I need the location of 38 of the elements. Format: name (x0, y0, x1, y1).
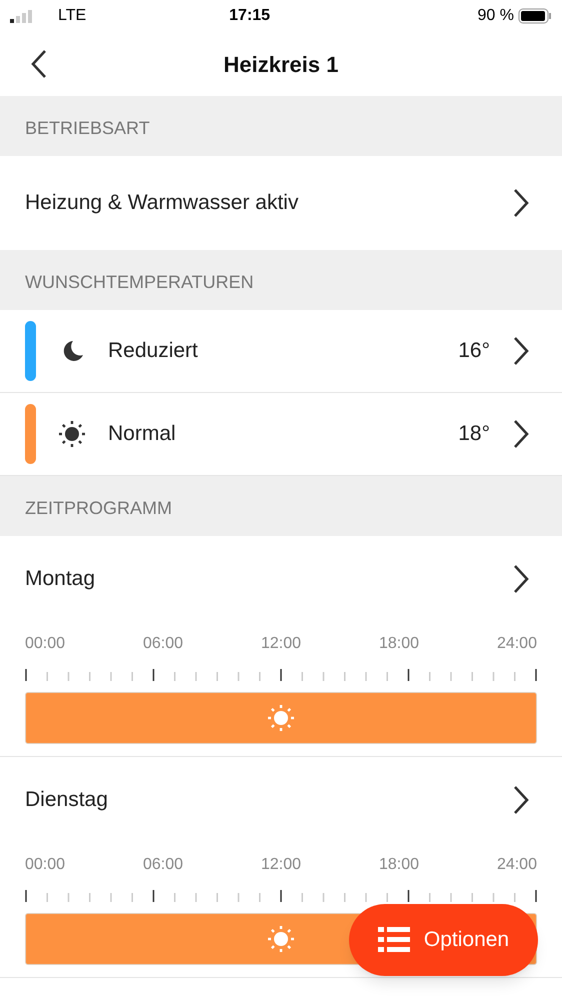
chevron-right-icon (512, 419, 530, 449)
clock: 17:15 (229, 6, 270, 26)
floating-options-menu[interactable]: Optionen (349, 904, 538, 976)
network-label: LTE (58, 6, 86, 26)
page-title: Heizkreis 1 (224, 50, 338, 78)
day-row[interactable]: Dienstag (0, 757, 562, 843)
chevron-right-icon (512, 785, 530, 815)
list-icon (378, 927, 410, 953)
time-label: 12:00 (260, 634, 302, 654)
sun-icon (57, 419, 87, 449)
time-label: 24:00 (496, 855, 537, 875)
time-label: 00:00 (25, 634, 66, 654)
mode-row[interactable]: Heizung & Warmwasser aktiv (0, 156, 562, 250)
temperature-label: Reduziert (108, 338, 199, 364)
back-icon (30, 49, 48, 79)
sun-icon (266, 703, 296, 733)
time-label: 24:00 (496, 634, 537, 654)
section-header: ZEITPROGRAMM (25, 497, 172, 520)
time-label: 06:00 (142, 855, 184, 875)
back-button[interactable] (30, 49, 48, 79)
time-label: 18:00 (378, 634, 419, 654)
temperature-value: 18° (458, 421, 490, 448)
temperature-label: Normal (108, 421, 177, 448)
chevron-right-icon (512, 188, 530, 218)
day-row[interactable]: Montag (0, 536, 562, 622)
section-header: WUNSCHTEMPERATUREN (25, 271, 254, 294)
temperature-row[interactable]: Reduziert 16° (0, 310, 562, 393)
time-label: 00:00 (25, 855, 66, 875)
chevron-right-icon (512, 336, 530, 366)
battery-label: 90 % (478, 6, 514, 26)
temperature-value: 16° (458, 338, 490, 364)
battery-icon (518, 8, 552, 24)
sun-icon (266, 924, 296, 954)
time-label: 06:00 (142, 634, 184, 654)
section-header: BETRIEBSART (25, 117, 150, 140)
time-label: 12:00 (260, 855, 302, 875)
chevron-right-icon (512, 564, 530, 594)
time-label: 18:00 (378, 855, 419, 875)
